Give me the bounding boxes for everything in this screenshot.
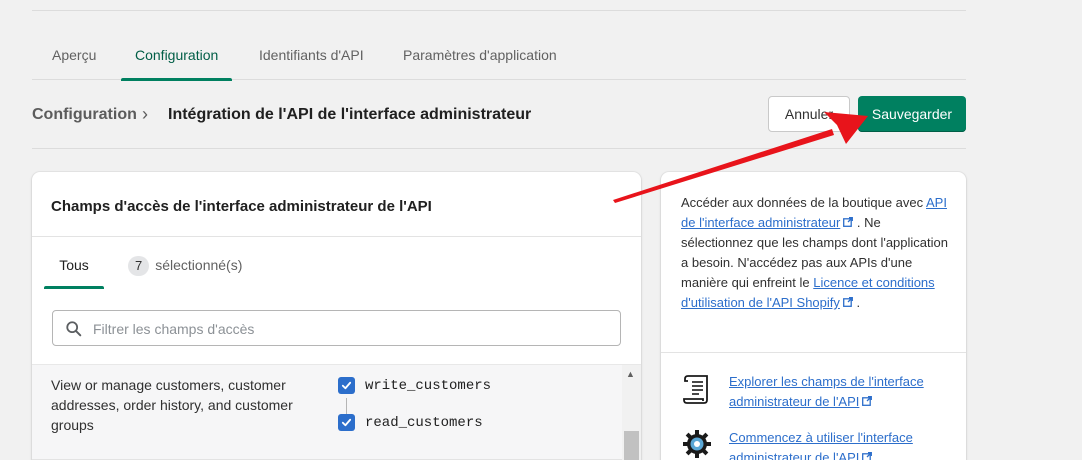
permission-label: write_customers xyxy=(365,377,492,394)
tab-api-credentials[interactable]: Identifiants d'API xyxy=(259,30,364,80)
card-divider xyxy=(32,236,641,237)
subtab-all[interactable]: Tous xyxy=(44,237,104,289)
filter-input[interactable] xyxy=(93,319,593,339)
app-tabs: Aperçu Configuration Identifiants d'API … xyxy=(32,30,966,81)
info-text: Accéder aux données de la boutique avec … xyxy=(681,193,951,313)
header-divider xyxy=(32,148,966,149)
permission-connector xyxy=(346,398,347,414)
breadcrumb-chevron-icon: › xyxy=(142,104,148,124)
top-divider xyxy=(32,10,966,11)
page-title: Intégration de l'API de l'interface admi… xyxy=(168,106,532,123)
info-divider xyxy=(661,352,966,353)
save-button[interactable]: Sauvegarder xyxy=(858,96,966,132)
access-scopes-title: Champs d'accès de l'interface administra… xyxy=(51,198,432,215)
selected-label: sélectionné(s) xyxy=(155,257,243,273)
scrollbar[interactable]: ▲ xyxy=(622,365,641,460)
checkbox-checked-icon[interactable] xyxy=(338,377,355,394)
external-link-icon xyxy=(862,452,873,460)
breadcrumb-configuration[interactable]: Configuration xyxy=(32,106,137,124)
external-link-icon xyxy=(843,217,854,227)
cancel-button[interactable]: Annuler xyxy=(768,96,850,132)
scrollbar-thumb[interactable] xyxy=(624,431,639,460)
permission-write-customers[interactable]: write_customers xyxy=(338,377,491,394)
info-card: Accéder aux données de la boutique avec … xyxy=(661,172,966,460)
get-started-api-link[interactable]: Commencez à utiliser l'interface adminis… xyxy=(729,430,913,460)
checkbox-checked-icon[interactable] xyxy=(338,414,355,431)
gear-icon xyxy=(683,430,711,458)
subtab-selected[interactable]: 7 sélectionné(s) xyxy=(128,237,242,289)
scroll-document-icon xyxy=(683,375,708,404)
info-text-part: Accéder aux données de la boutique avec xyxy=(681,195,927,210)
search-icon xyxy=(66,321,82,337)
permission-label: read_customers xyxy=(365,414,483,431)
scope-description: View or manage customers, customer addre… xyxy=(51,377,293,433)
tab-configuration[interactable]: Configuration xyxy=(120,30,233,81)
filter-field[interactable] xyxy=(52,310,621,346)
selected-count-badge: 7 xyxy=(128,256,150,276)
scope-list: View or manage customers, customer addre… xyxy=(32,364,641,460)
access-scopes-card: Champs d'accès de l'interface administra… xyxy=(32,172,641,460)
explore-api-fields-link[interactable]: Explorer les champs de l'interface admin… xyxy=(729,374,924,409)
scroll-up-icon[interactable]: ▲ xyxy=(626,369,635,379)
info-text-part: . xyxy=(856,295,861,310)
external-link-icon xyxy=(862,396,873,406)
external-link-icon xyxy=(842,297,853,307)
tab-apercu[interactable]: Aperçu xyxy=(52,30,96,80)
permission-read-customers[interactable]: read_customers xyxy=(338,414,483,431)
tab-app-settings[interactable]: Paramètres d'application xyxy=(403,30,557,80)
